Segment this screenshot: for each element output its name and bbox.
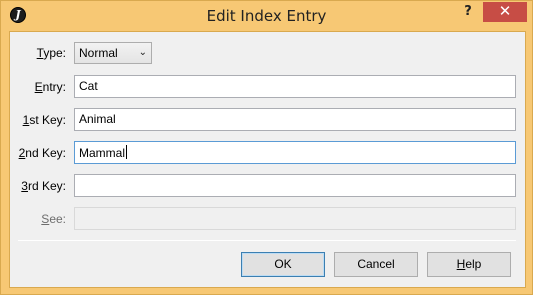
- entry-label: Entry:: [34, 80, 66, 94]
- third-key-field[interactable]: [74, 174, 516, 197]
- entry-field[interactable]: Cat: [74, 75, 516, 98]
- chevron-down-icon: ⌄: [138, 47, 147, 58]
- first-key-field[interactable]: Animal: [74, 108, 516, 131]
- text-caret: [126, 145, 128, 159]
- type-select[interactable]: Normal ⌄: [74, 42, 152, 64]
- context-help-button[interactable]: ?: [455, 2, 481, 22]
- type-label: Type:: [36, 46, 66, 60]
- ok-button[interactable]: OK: [241, 252, 325, 277]
- cancel-button[interactable]: Cancel: [334, 252, 418, 277]
- edit-index-entry-dialog: J Edit Index Entry ? ✕ Type: Normal ⌄ En…: [0, 0, 533, 295]
- close-button[interactable]: ✕: [483, 2, 527, 22]
- divider: [18, 240, 516, 241]
- second-key-field[interactable]: Mammal: [74, 141, 516, 164]
- third-key-label: 3rd Key:: [21, 179, 66, 193]
- second-key-label: 2nd Key:: [18, 146, 66, 160]
- title-bar[interactable]: J Edit Index Entry ? ✕: [1, 1, 532, 30]
- dialog-title: Edit Index Entry: [206, 7, 327, 25]
- first-key-label: 1st Key:: [22, 113, 66, 127]
- see-label: See:: [41, 212, 66, 226]
- type-select-value: Normal: [79, 46, 118, 60]
- help-button[interactable]: Help: [427, 252, 511, 277]
- dialog-body: Type: Normal ⌄ Entry: Cat 1st Key: Anima…: [9, 31, 526, 288]
- see-field: [74, 207, 516, 230]
